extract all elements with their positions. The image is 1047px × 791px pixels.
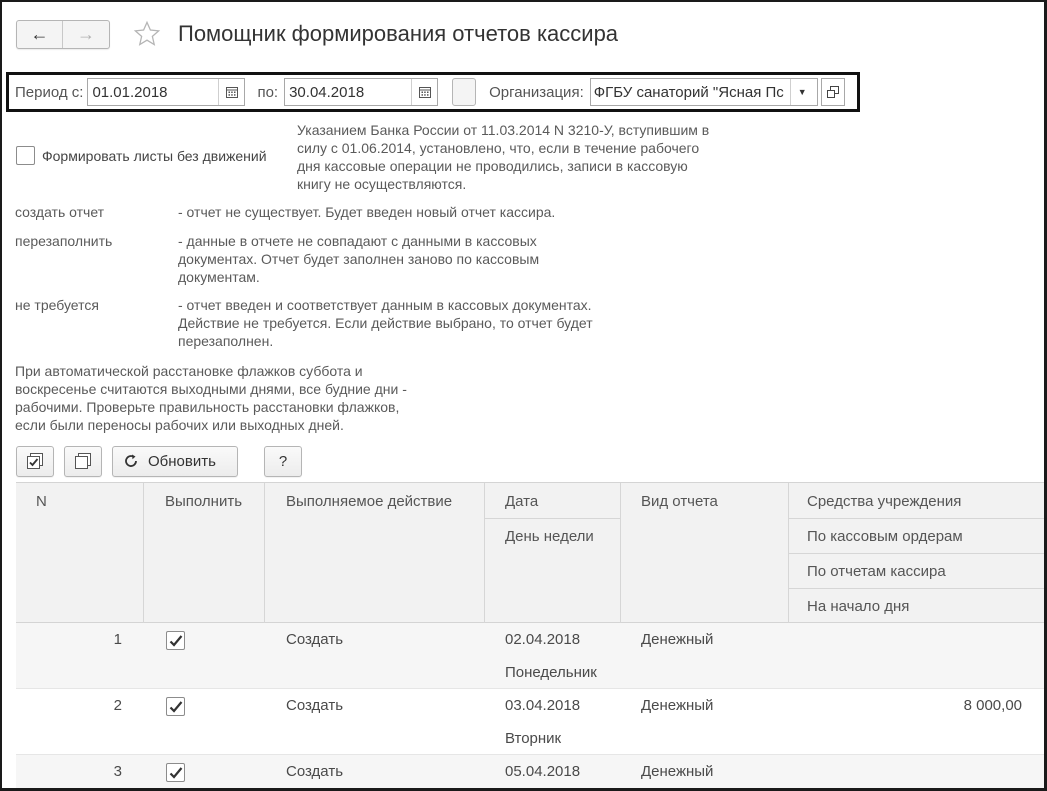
calendar-icon[interactable] [218, 79, 244, 105]
open-organization-button[interactable] [820, 78, 845, 106]
checkmark-icon [169, 634, 182, 647]
period-select-button[interactable] [452, 78, 477, 106]
col-report-type-header[interactable]: Вид отчета [641, 493, 718, 510]
row-n: 1 [113, 631, 122, 648]
col-weekday-header[interactable]: День недели [505, 528, 594, 545]
organization-label: Организация: [489, 83, 584, 101]
note-line: силу с 01.06.2014, установлено, что, есл… [297, 140, 700, 156]
auto-flags-info: При автоматической расстановке флажков с… [15, 363, 407, 433]
organization-field[interactable]: ФГБУ санаторий "Ясная Пс ▼ [589, 78, 818, 106]
row-execute-checkbox[interactable] [166, 631, 185, 650]
empty-sheets-label: Формировать листы без движений [42, 147, 267, 164]
checkmark-icon [169, 766, 182, 779]
uncheck-all-button[interactable] [64, 445, 102, 477]
row-date: 05.04.2018 [505, 763, 581, 780]
help-label: ? [278, 452, 288, 470]
table-toolbar: Обновить ? [16, 445, 302, 477]
period-to-field[interactable]: 30.04.2018 [284, 78, 439, 106]
col-n-header[interactable]: N [36, 493, 47, 510]
row-weekday: Вторник [505, 730, 562, 747]
definition-term: перезаполнить [15, 233, 113, 249]
help-button[interactable]: ? [264, 445, 302, 477]
row-action: Создать [286, 631, 344, 648]
forward-button[interactable]: → [63, 21, 109, 48]
definition-term: не требуется [15, 297, 99, 313]
row-date: 02.04.2018 [505, 631, 581, 648]
note-line: дня кассовые операции не проводились, за… [297, 158, 688, 174]
title-bar: ← → Помощник формирования отчетов кассир… [16, 18, 1016, 50]
row-report-type: Денежный [641, 631, 714, 648]
col-execute-header[interactable]: Выполнить [165, 493, 242, 510]
definition-desc: - данные в отчете не совпадают с данными… [178, 233, 540, 285]
row-execute-checkbox[interactable] [166, 697, 185, 716]
uncheck-all-icon [75, 453, 91, 469]
period-from-label: Период с: [15, 83, 84, 101]
row-action: Создать [286, 763, 344, 780]
col-by-reports-header[interactable]: По отчетам кассира [807, 563, 946, 580]
note-line: книгу не осуществляются. [297, 176, 467, 192]
refresh-button[interactable]: Обновить [112, 445, 238, 477]
table-row[interactable]: 3 Создать 05.04.2018 Денежный [16, 755, 1044, 788]
definition-term: создать отчет [15, 204, 105, 220]
col-date-header[interactable]: Дата [505, 493, 538, 510]
empty-sheets-option[interactable]: Формировать листы без движений [16, 146, 267, 165]
empty-sheets-checkbox[interactable] [16, 146, 35, 165]
table-row[interactable]: 1 Создать 02.04.2018 Понедельник Денежны… [16, 623, 1044, 689]
period-from-field[interactable]: 01.01.2018 [87, 78, 246, 106]
refresh-label: Обновить [148, 452, 216, 470]
row-weekday: Понедельник [505, 664, 597, 681]
arrow-left-icon: ← [30, 23, 49, 44]
reports-table: N Выполнить Выполняемое действие Дата Де… [16, 482, 1044, 788]
refresh-icon [125, 454, 137, 467]
row-date: 03.04.2018 [505, 697, 581, 714]
checkmark-icon [169, 700, 182, 713]
col-funds-header[interactable]: Средства учреждения [807, 493, 961, 510]
row-report-type: Денежный [641, 763, 714, 780]
col-day-start-header[interactable]: На начало дня [807, 598, 909, 615]
bank-note: Указанием Банка России от 11.03.2014 N 3… [297, 121, 767, 193]
open-window-icon [826, 86, 839, 98]
col-action-header[interactable]: Выполняемое действие [286, 493, 452, 510]
col-by-orders-header[interactable]: По кассовым ордерам [807, 528, 963, 545]
period-to-value: 30.04.2018 [289, 83, 365, 101]
row-n: 2 [113, 697, 122, 714]
definition-desc: - отчет введен и соответствует данным в … [178, 297, 593, 349]
row-action: Создать [286, 697, 344, 714]
arrow-right-icon: → [77, 23, 95, 44]
check-all-icon [27, 453, 43, 469]
favorite-star-icon[interactable] [132, 19, 162, 49]
period-from-value: 01.01.2018 [92, 83, 168, 101]
row-n: 3 [113, 763, 122, 780]
nav-group: ← → [16, 19, 110, 49]
check-all-button[interactable] [16, 445, 54, 477]
period-bar: Период с: 01.01.2018 по: 30.04.2018 Орга… [6, 72, 860, 112]
dropdown-arrow-icon[interactable]: ▼ [789, 79, 814, 105]
organization-value: ФГБУ санаторий "Ясная Пс [593, 83, 784, 101]
back-button[interactable]: ← [17, 20, 63, 48]
period-to-label: по: [257, 83, 279, 101]
row-amount: 8 000,00 [963, 697, 1022, 714]
page-title: Помощник формирования отчетов кассира [178, 21, 619, 46]
definition-desc: - отчет не существует. Будет введен новы… [178, 204, 556, 220]
row-execute-checkbox[interactable] [166, 763, 185, 782]
window-frame: ← → Помощник формирования отчетов кассир… [0, 0, 1047, 791]
row-report-type: Денежный [641, 697, 714, 714]
note-line: Указанием Банка России от 11.03.2014 N 3… [297, 122, 710, 138]
table-header: N Выполнить Выполняемое действие Дата Де… [16, 482, 1044, 624]
table-row[interactable]: 2 Создать 03.04.2018 Вторник Денежный 8 … [16, 689, 1044, 755]
calendar-icon[interactable] [411, 79, 437, 105]
